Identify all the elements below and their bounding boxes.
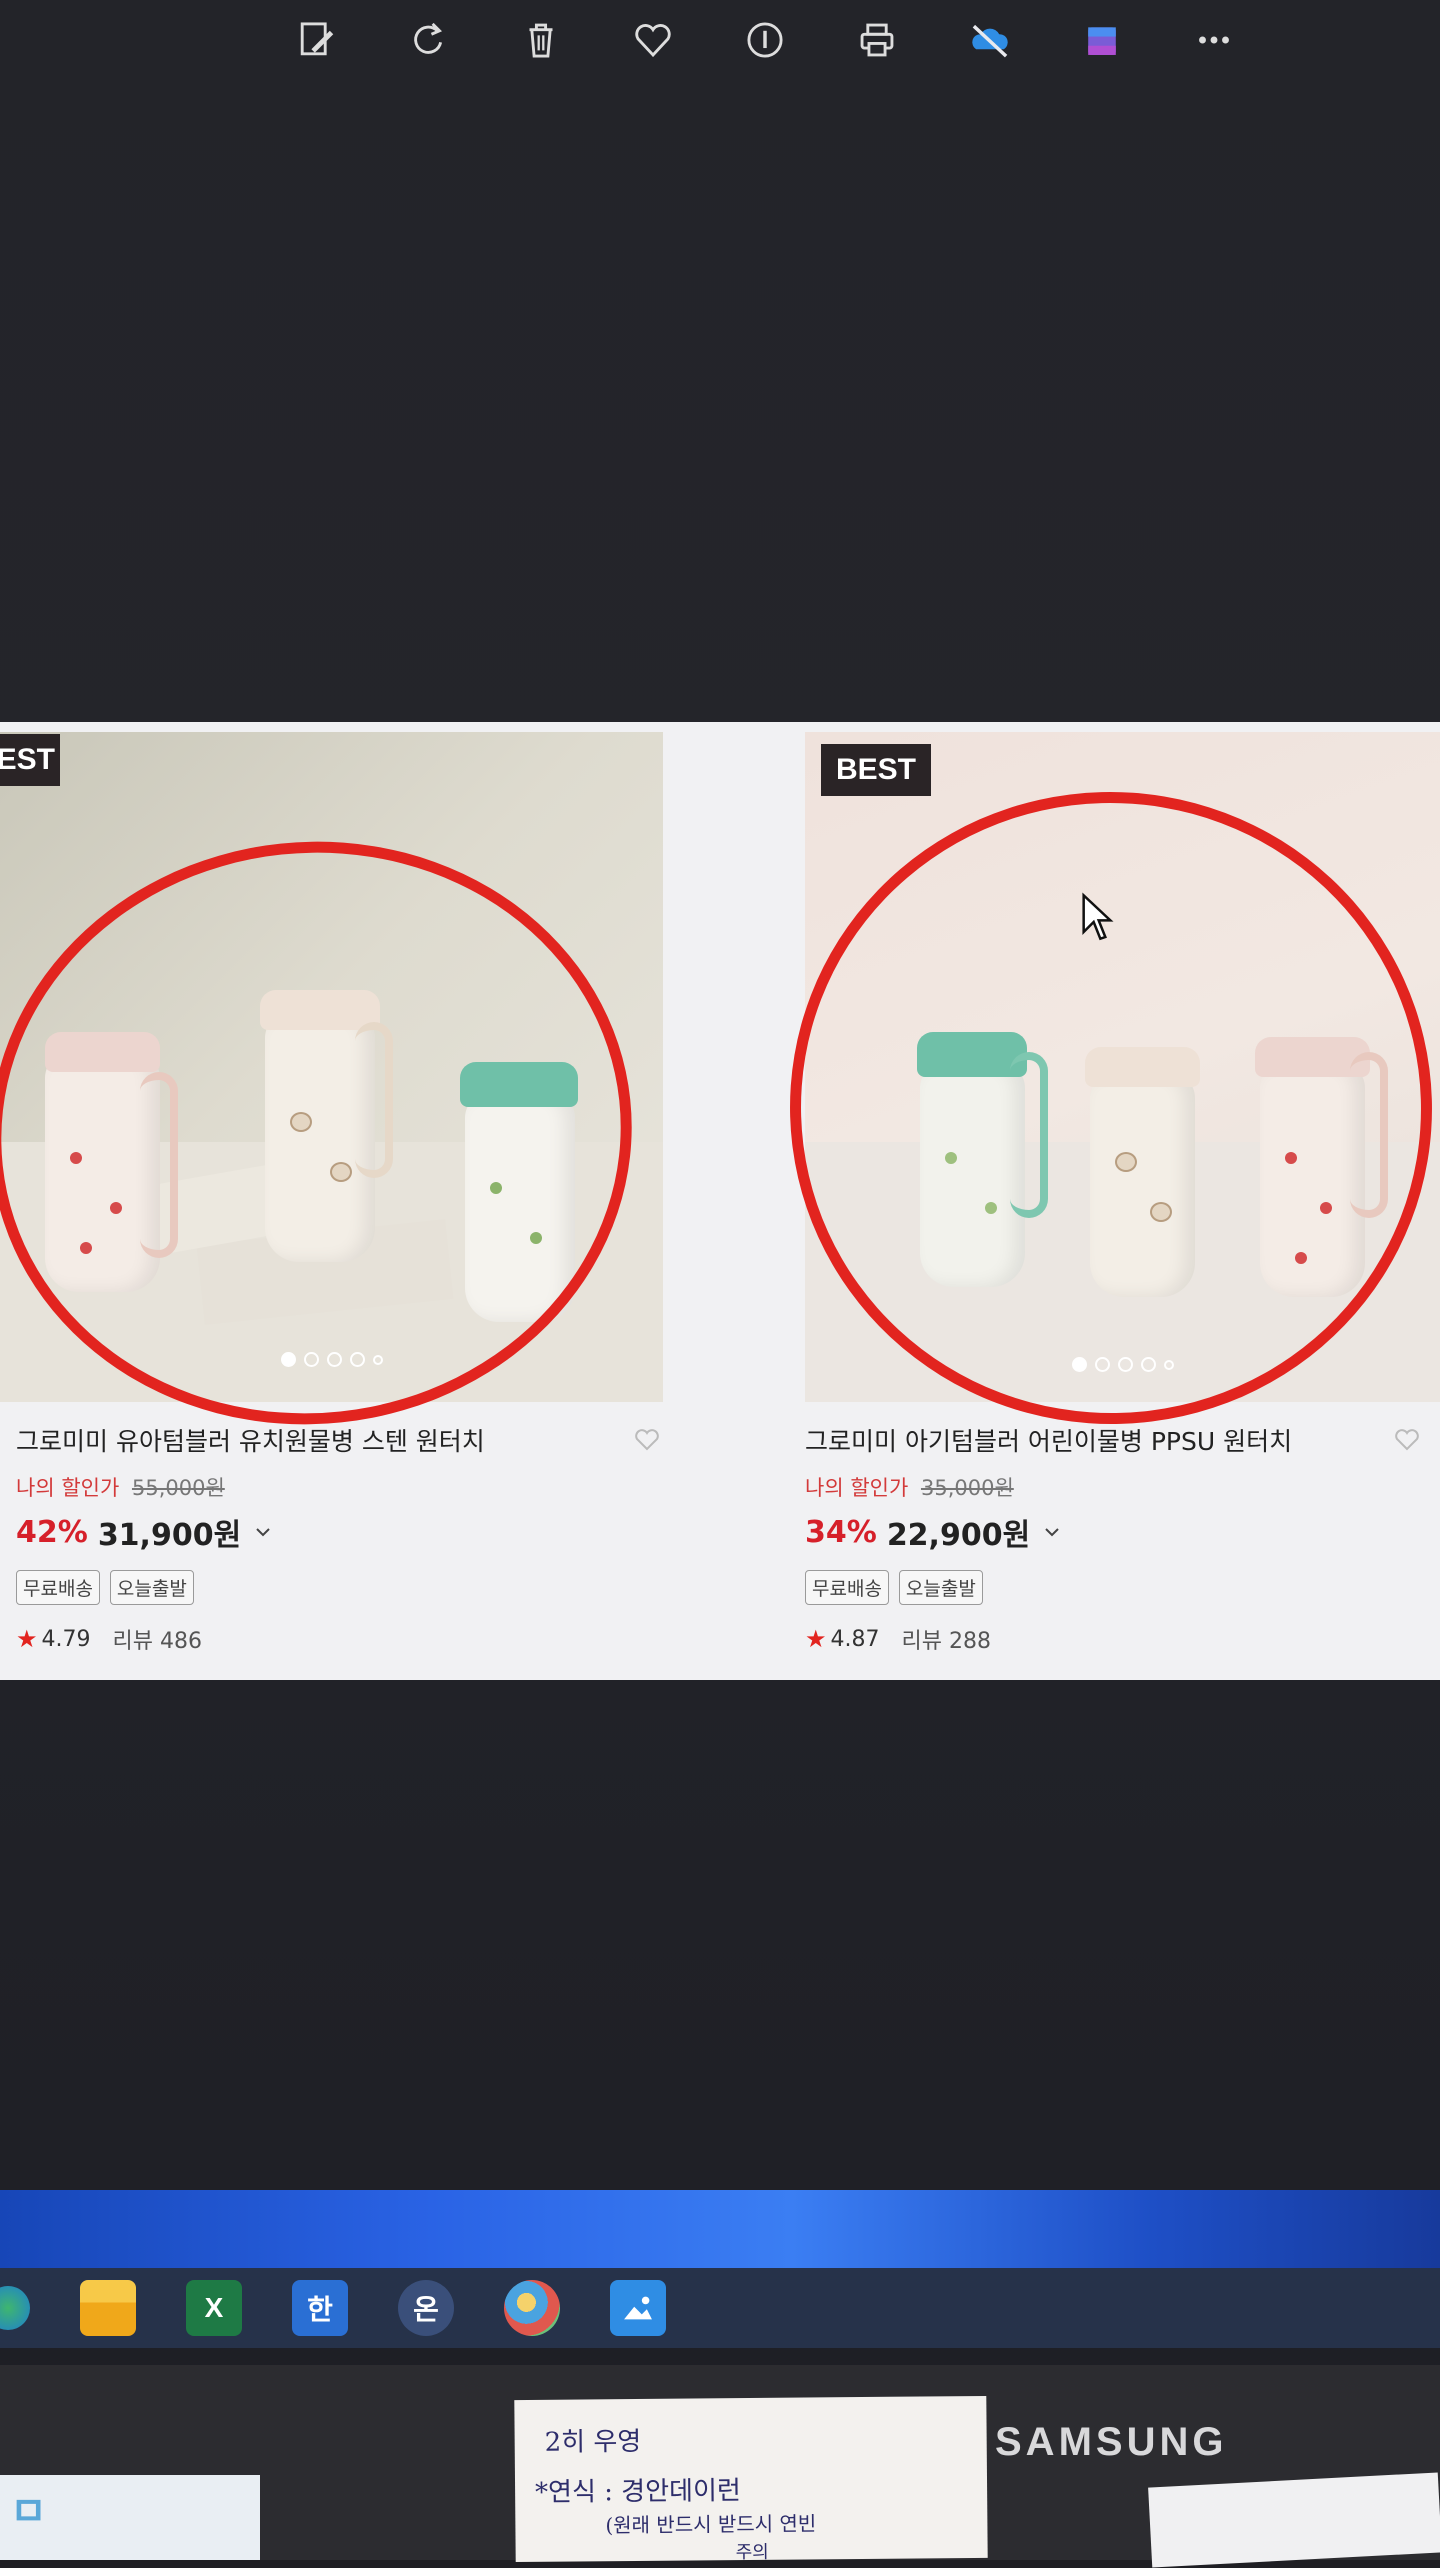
monitor-brand-logo: SAMSUNG <box>995 2420 1228 2464</box>
wishlist-heart-icon[interactable] <box>634 1426 660 1452</box>
rating-value: 4.79 <box>41 1626 91 1652</box>
hangul-icon[interactable]: 한 <box>292 2280 348 2336</box>
sale-price: 31,900원 <box>97 1518 242 1553</box>
best-badge: BEST <box>0 734 60 786</box>
discount-label: 나의 할인가 <box>805 1476 909 1500</box>
sale-price: 22,900원 <box>886 1518 1031 1553</box>
same-day-tag: 오늘출발 <box>109 1570 194 1605</box>
desktop-wallpaper <box>0 2190 1440 2270</box>
rating-value: 4.87 <box>830 1626 880 1652</box>
taskbar: X 한 온 <box>0 2268 1440 2348</box>
rating: ★ 4.87 리뷰 288 <box>805 1623 1430 1655</box>
chevron-down-icon[interactable] <box>1042 1522 1062 1542</box>
rotate-icon[interactable] <box>402 14 454 66</box>
free-shipping-tag: 무료배송 <box>16 1570 100 1605</box>
discount-percent: 34% <box>805 1514 877 1550</box>
review-count[interactable]: 리뷰 486 <box>113 1623 202 1655</box>
on-icon[interactable]: 온 <box>398 2280 454 2336</box>
clipchamp-icon[interactable] <box>1076 14 1128 66</box>
onedrive-icon[interactable] <box>964 14 1016 66</box>
shipping-tags: 무료배송 오늘출발 <box>805 1570 1430 1605</box>
wishlist-heart-icon[interactable] <box>1394 1426 1420 1452</box>
viewer-toolbar <box>290 0 1240 80</box>
print-icon[interactable] <box>851 14 903 66</box>
trash-icon[interactable] <box>515 14 567 66</box>
edge-icon[interactable] <box>0 2286 30 2330</box>
star-icon: ★ <box>16 1625 38 1653</box>
screen: BEST 그로미미 유아텀블러 유치원물병 스텐 원터치 나의 할인가 55,0… <box>0 0 1440 2365</box>
excel-icon[interactable]: X <box>186 2280 242 2336</box>
desk-paper <box>1148 2472 1440 2568</box>
more-icon[interactable] <box>1188 14 1240 66</box>
product-info: 그로미미 유아텀블러 유치원물병 스텐 원터치 나의 할인가 55,000원 4… <box>16 1422 670 1655</box>
same-day-tag: 오늘출발 <box>898 1570 983 1605</box>
product-info: 그로미미 아기텀블러 어린이물병 PPSU 원터치 나의 할인가 35,000원… <box>805 1422 1430 1655</box>
photos-icon[interactable] <box>610 2280 666 2336</box>
product-title[interactable]: 그로미미 유아텀블러 유치원물병 스텐 원터치 <box>16 1422 670 1458</box>
discount-percent: 42% <box>16 1514 88 1550</box>
product-title[interactable]: 그로미미 아기텀블러 어린이물병 PPSU 원터치 <box>805 1422 1430 1458</box>
review-count[interactable]: 리뷰 288 <box>902 1623 991 1655</box>
discount-label: 나의 할인가 <box>16 1476 120 1500</box>
file-explorer-icon[interactable] <box>80 2280 136 2336</box>
shipping-tags: 무료배송 오늘출발 <box>16 1570 670 1605</box>
info-icon[interactable] <box>739 14 791 66</box>
sticky-note: 2히 우영 *연식 : 경안데이런 (원래 반드시 받드시 연빈 주의 <box>514 2395 988 2563</box>
paint-icon[interactable] <box>504 2280 560 2336</box>
best-badge: BEST <box>821 744 931 796</box>
original-price: 55,000원 <box>131 1476 225 1500</box>
edit-icon[interactable] <box>290 14 342 66</box>
desk-sticker: ㅁ <box>0 2475 260 2560</box>
rating: ★ 4.79 리뷰 486 <box>16 1623 670 1655</box>
product-list: BEST 그로미미 유아텀블러 유치원물병 스텐 원터치 나의 할인가 55,0… <box>0 722 1440 1680</box>
heart-icon[interactable] <box>627 14 679 66</box>
original-price: 35,000원 <box>920 1476 1014 1500</box>
free-shipping-tag: 무료배송 <box>805 1570 889 1605</box>
chevron-down-icon[interactable] <box>253 1522 273 1542</box>
star-icon: ★ <box>805 1625 827 1653</box>
